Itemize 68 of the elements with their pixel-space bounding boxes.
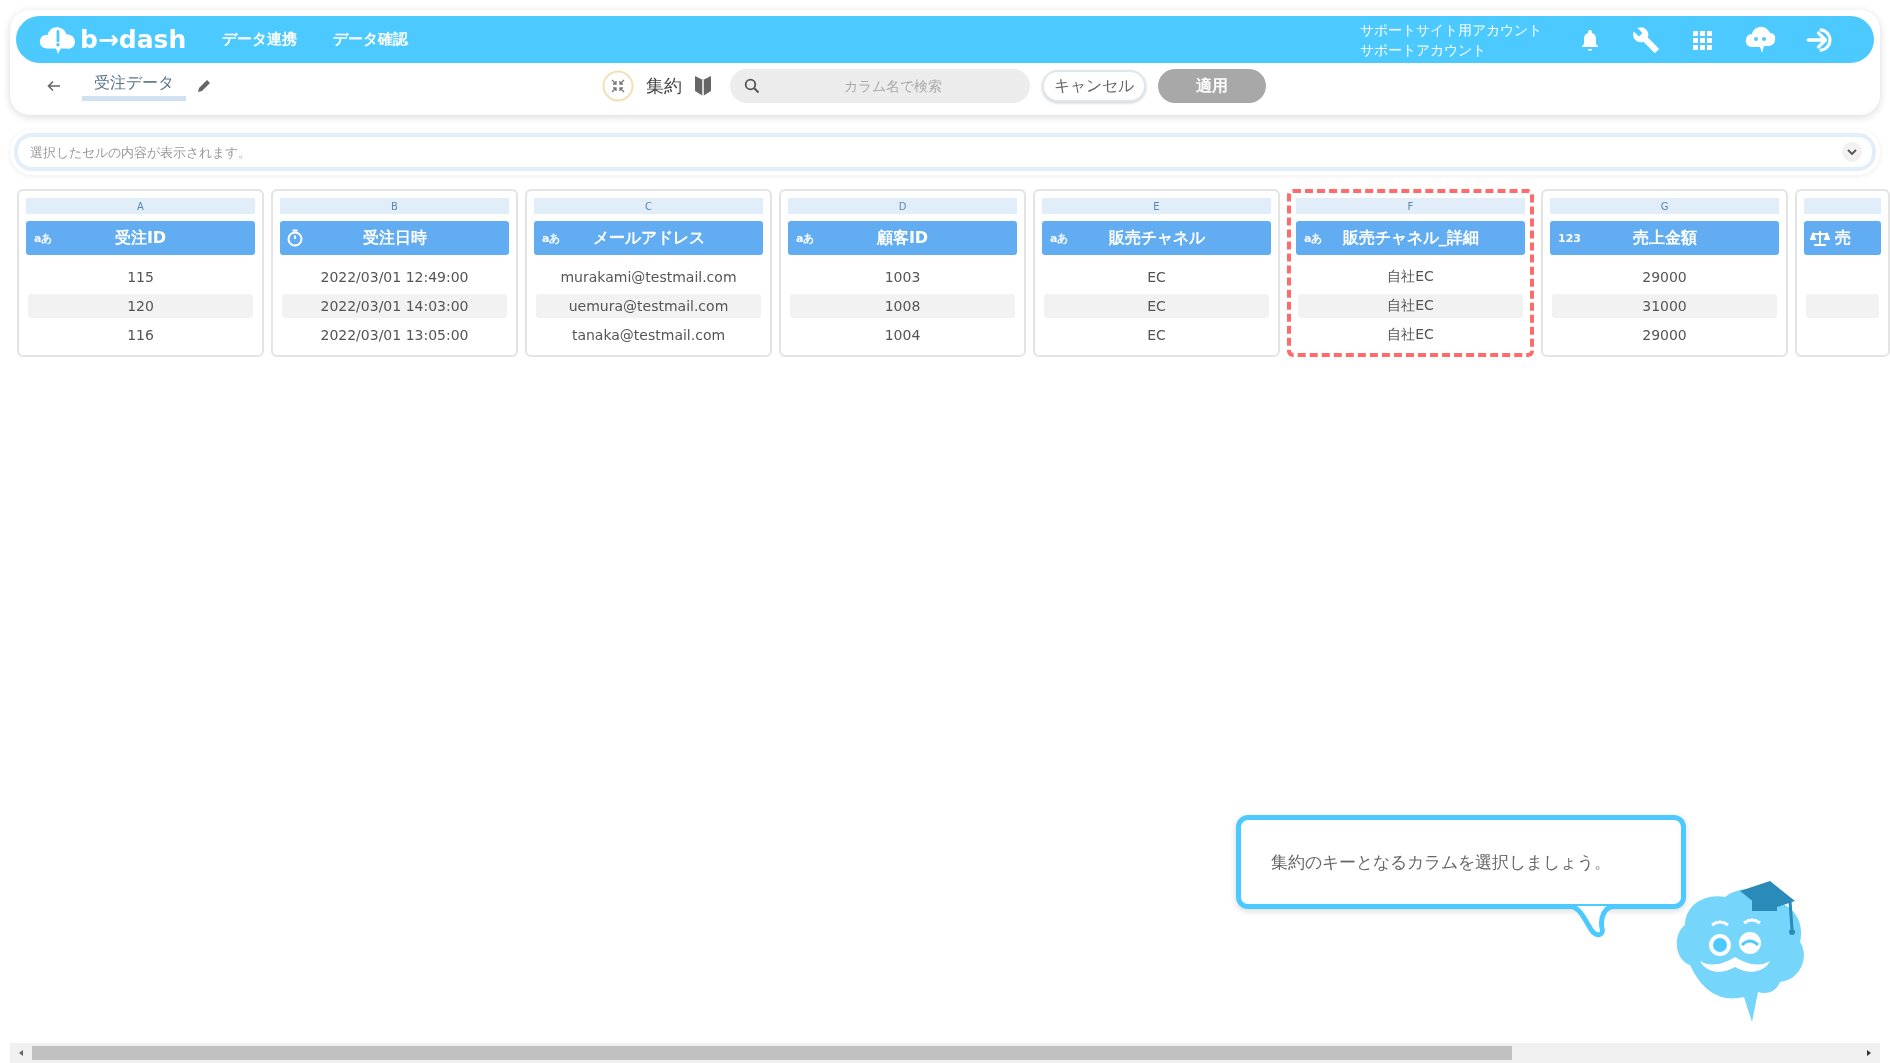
type-label: 123 <box>1558 231 1581 245</box>
table-cell[interactable]: 31000 <box>1552 294 1777 318</box>
column-card[interactable]: D aあ 顧客ID 1003 1008 1004 <box>779 189 1026 357</box>
account-site: サポートサイト用アカウント <box>1360 20 1542 40</box>
column-name: 販売チャネル <box>1108 227 1205 249</box>
type-label: aあ <box>1050 230 1069 246</box>
table-cell[interactable]: 自社EC <box>1298 265 1523 289</box>
table-cell[interactable]: EC <box>1044 294 1269 318</box>
table-cell[interactable]: 116 <box>28 323 253 347</box>
table-cell[interactable]: 120 <box>28 294 253 318</box>
column-name: 受注ID <box>114 227 167 249</box>
table-cell[interactable]: 自社EC <box>1298 294 1523 318</box>
table-cell[interactable]: uemura@testmail.com <box>536 294 761 318</box>
column-letter: B <box>391 200 398 212</box>
back-arrow-icon[interactable] <box>46 78 62 94</box>
account-name: サポートアカウント <box>1360 40 1487 60</box>
column-name: 受注日時 <box>362 227 427 249</box>
table-cell[interactable]: 自社EC <box>1298 323 1523 347</box>
logo-text: b→dash <box>80 25 187 54</box>
type-label: aあ <box>34 230 53 246</box>
column-letter: D <box>898 200 907 212</box>
column-name: 売 <box>1834 227 1851 249</box>
column-card[interactable]: F aあ 販売チャネル_詳細 自社EC 自社EC 自社EC <box>1287 189 1534 357</box>
column-card[interactable]: C aあ メールアドレス murakami@testmail.com uemura@testmail.com tanaka@testmail.com <box>525 189 772 357</box>
table-cell[interactable]: 29000 <box>1552 265 1777 289</box>
column-name: 販売チャネル_詳細 <box>1342 227 1479 249</box>
column-card[interactable]: G 123 売上金額 29000 31000 29000 <box>1541 189 1788 357</box>
table-cell[interactable]: 29000 <box>1552 323 1777 347</box>
table-cell[interactable]: EC <box>1044 265 1269 289</box>
pencil-icon[interactable] <box>196 78 212 94</box>
table-cell[interactable]: 1004 <box>790 323 1015 347</box>
table-cell[interactable]: 1003 <box>790 265 1015 289</box>
column-card[interactable]: A aあ 受注ID 115 120 116 <box>17 189 264 357</box>
stopwatch-icon <box>286 229 304 247</box>
cell-content-field[interactable]: 選択したセルの内容が表示されます。 <box>14 133 1876 171</box>
cancel-button[interactable]: キャンセル <box>1042 70 1146 102</box>
type-label: aあ <box>1304 230 1323 246</box>
beginner-mark-icon[interactable] <box>694 75 712 97</box>
column-card[interactable]: E aあ 販売チャネル EC EC EC <box>1033 189 1280 357</box>
search-field[interactable]: カラム名で検索 <box>730 69 1030 103</box>
column-letter: E <box>1153 200 1160 212</box>
column-letter: A <box>137 200 144 212</box>
column-letter: G <box>1660 200 1669 212</box>
table-title[interactable]: 受注データ <box>82 71 186 101</box>
table-cell[interactable]: 2022/03/01 13:05:00 <box>282 323 507 347</box>
column-name: 売上金額 <box>1632 227 1697 249</box>
column-letter: F <box>1407 200 1414 212</box>
type-label: aあ <box>796 230 815 246</box>
table-cell[interactable]: tanaka@testmail.com <box>536 323 761 347</box>
table-cell[interactable]: EC <box>1044 323 1269 347</box>
column-name: 顧客ID <box>876 227 929 249</box>
mode-label: 集約 <box>646 74 682 98</box>
collapse-arrows-icon[interactable] <box>602 70 634 102</box>
table-cell[interactable]: 2022/03/01 12:49:00 <box>282 265 507 289</box>
horizontal-scrollbar[interactable] <box>10 1043 1880 1063</box>
search-icon <box>744 78 760 94</box>
table-cell[interactable]: 2022/03/01 14:03:00 <box>282 294 507 318</box>
hint-text: 集約のキーとなるカラムを選択しましょう。 <box>1271 850 1611 874</box>
type-label: aあ <box>542 230 561 246</box>
chevron-down-icon[interactable] <box>1842 142 1862 162</box>
scale-icon <box>1810 229 1830 247</box>
column-letter: C <box>645 200 652 212</box>
column-card[interactable]: B 受注日時 2022/03/01 12:49:00 2022/03/01 14:03:00 2022/03/01 13:05:00 <box>271 189 518 357</box>
table-cell[interactable]: 115 <box>28 265 253 289</box>
table-cell[interactable]: 1008 <box>790 294 1015 318</box>
column-name: メールアドレス <box>592 227 705 249</box>
table-cell[interactable]: murakami@testmail.com <box>536 265 761 289</box>
scrollbar-thumb[interactable] <box>32 1046 1512 1060</box>
